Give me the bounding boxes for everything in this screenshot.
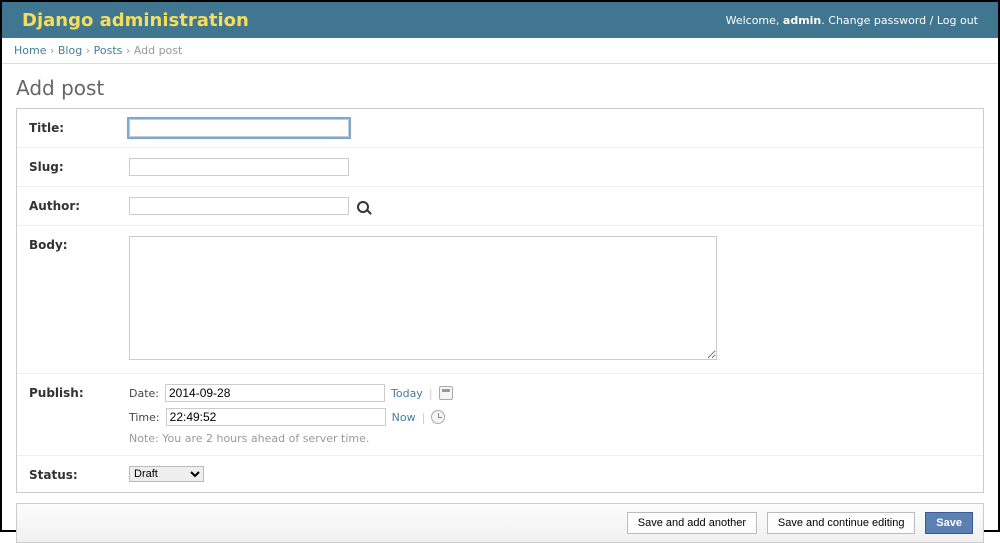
admin-header: Django administration Welcome, admin. Ch… (2, 2, 998, 38)
body-label: Body: (29, 236, 129, 252)
breadcrumb-home[interactable]: Home (14, 44, 46, 57)
save-add-another-button[interactable] (627, 512, 757, 534)
row-body: Body: (17, 226, 983, 374)
username: admin (783, 14, 821, 27)
change-password-link[interactable]: Change password (828, 14, 926, 27)
status-select[interactable]: Draft (129, 466, 204, 482)
clock-icon[interactable] (431, 410, 445, 424)
submit-row (16, 503, 984, 543)
row-author: Author: (17, 187, 983, 226)
user-tools: Welcome, admin. Change password / Log ou… (726, 14, 978, 27)
publish-label: Publish: (29, 384, 129, 400)
breadcrumb-sep: › (126, 44, 134, 57)
slug-input[interactable] (129, 158, 349, 176)
breadcrumb-current: Add post (134, 44, 183, 57)
welcome-prefix: Welcome, (726, 14, 783, 27)
today-link[interactable]: Today (391, 387, 423, 400)
breadcrumb-sep: › (86, 44, 94, 57)
search-icon[interactable] (357, 201, 369, 213)
breadcrumb: Home › Blog › Posts › Add post (2, 38, 998, 64)
title-input[interactable] (129, 119, 349, 137)
author-input[interactable] (129, 197, 349, 215)
date-input[interactable] (165, 384, 385, 402)
save-continue-button[interactable] (767, 512, 916, 534)
body-textarea[interactable] (129, 236, 717, 360)
row-publish: Publish: Date: Today | Time: Now | (17, 374, 983, 456)
status-label: Status: (29, 466, 129, 482)
now-link[interactable]: Now (392, 411, 416, 424)
page-title: Add post (16, 76, 984, 100)
row-title: Title: (17, 109, 983, 148)
row-status: Status: Draft (17, 456, 983, 492)
author-label: Author: (29, 197, 129, 213)
breadcrumb-sep: › (50, 44, 58, 57)
calendar-icon[interactable] (439, 386, 453, 400)
save-button[interactable] (925, 512, 973, 534)
time-input[interactable] (166, 408, 386, 426)
site-name: Django administration (22, 10, 249, 31)
logout-link[interactable]: Log out (937, 14, 978, 27)
timezone-note: Note: You are 2 hours ahead of server ti… (129, 432, 971, 445)
slug-label: Slug: (29, 158, 129, 174)
content: Add post Title: Slug: Author: (2, 64, 998, 543)
time-sublabel: Time: (129, 411, 160, 424)
row-slug: Slug: (17, 148, 983, 187)
title-label: Title: (29, 119, 129, 135)
separator: / (930, 14, 937, 27)
breadcrumb-model[interactable]: Posts (94, 44, 123, 57)
breadcrumb-app[interactable]: Blog (58, 44, 82, 57)
date-sublabel: Date: (129, 387, 159, 400)
form-module: Title: Slug: Author: (16, 108, 984, 493)
